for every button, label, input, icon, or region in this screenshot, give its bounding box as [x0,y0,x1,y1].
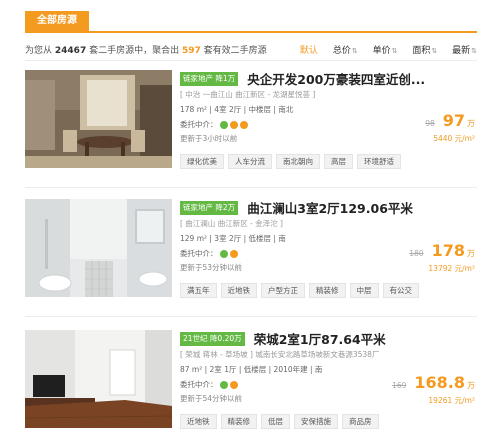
badge-drop: 降0.20万 [209,333,242,343]
listing-location: [ 曲江澜山 曲江新区 - 金泽沱 ] [180,219,283,228]
listing-location: [ 中治 一曲江山 曲江新区 - 龙湖星悦荟 ] [180,90,316,99]
sort-default[interactable]: 默认 [300,43,318,56]
feature-tag: 满五年 [180,283,217,298]
original-price: 180 [409,249,424,258]
summary-suffix: 套有效二手房源 [203,46,267,56]
unit-price: 19261 元/m² [428,396,475,405]
feature-tag: 户型方正 [261,283,305,298]
tag-list: 满五年 近地铁 户型方正 精装修 中层 有公交 [180,278,480,298]
sort-total-price-label: 总价 [332,46,351,56]
sort-arrow-icon: ⇅ [431,47,438,55]
sort-area[interactable]: 面积⇅ [412,43,437,56]
sort-bar: 默认 总价⇅ 单价⇅ 面积⇅ 最新⇅ [288,43,477,56]
badge-org: 链家地产 [183,202,213,212]
listing-photo[interactable] [25,199,172,297]
summary-total: 24467 [54,46,87,56]
summary-count: 597 [181,46,201,56]
agent-label: 委托中介： [180,380,218,389]
sort-default-label: 默认 [299,46,318,56]
feature-tag: 环境舒适 [357,154,401,169]
result-summary: 为您从 24467 套二手房源中，聚合出 597 套有效二手房源 [25,43,267,56]
listing-location: [ 荣城 蒋林 - 草场坡 ] 城南长安北路草场坡新文巷源3538厂 [180,350,380,359]
listing-title[interactable]: 荣城2室1厅87.64平米 [254,329,386,348]
sort-arrow-icon: ⇅ [351,47,358,55]
agent-label: 委托中介： [180,249,218,258]
feature-tag: 人车分流 [228,154,272,169]
total-price: 168.8 [414,373,465,392]
sort-area-label: 面积 [412,46,431,56]
original-price: 169 [392,381,407,390]
feature-tag: 低层 [261,414,290,429]
price-box: 98 97 万 5440 元/m² [375,111,475,144]
agent-logo-icon[interactable] [229,250,238,258]
listing-photo[interactable] [25,70,172,168]
sort-newest-label: 最新 [452,46,471,56]
feature-tag: 高层 [324,154,353,169]
sort-unit-price-label: 单价 [372,46,391,56]
listing-page: 全部房源 为您从 24467 套二手房源中，聚合出 597 套有效二手房源 默认… [0,0,499,443]
listing-item[interactable]: 链家地产 降2万 曲江澜山3室2厅129.06平米 [ 曲江澜山 曲江新区 - … [25,197,477,307]
badge-drop: 降1万 [215,73,236,83]
sort-arrow-icon: ⇅ [391,47,398,55]
price-unit: 万 [467,249,475,258]
summary-middle: 套二手房源中，聚合出 [89,46,180,56]
agent-logo-icon[interactable] [229,121,238,129]
price-box: 169 168.8 万 19261 元/m² [375,373,475,406]
agent-logo-icon[interactable] [219,250,228,258]
unit-price: 5440 元/m² [433,134,475,143]
agent-logo-icon[interactable] [229,381,238,389]
sort-unit-price[interactable]: 单价⇅ [373,43,398,56]
sort-newest[interactable]: 最新⇅ [452,43,477,56]
agent-logo-icon[interactable] [219,381,228,389]
price-unit: 万 [467,119,475,128]
tab-all-listings[interactable]: 全部房源 [25,11,89,31]
tag-list: 近地铁 精装修 低层 安保措施 商品房 [180,409,480,429]
feature-tag: 安保措施 [294,414,338,429]
price-box: 180 178 万 13792 元/m² [375,241,475,274]
feature-tag: 中层 [349,283,379,298]
feature-tag: 有公交 [382,283,419,298]
agent-logo-icon[interactable] [219,121,228,129]
feature-tag: 近地铁 [180,414,217,429]
total-price: 97 [442,111,465,130]
sort-arrow-icon: ⇅ [471,47,477,55]
feature-tag: 精装修 [309,283,346,298]
badge-drop: 降2万 [215,202,236,212]
divider [25,60,477,61]
total-price: 178 [431,241,465,260]
unit-price: 13792 元/m² [428,264,475,273]
summary-prefix: 为您从 [25,46,53,56]
feature-tag: 绿化优美 [180,154,224,169]
price-drop-badge: 21世纪 降0.20万 [180,331,245,346]
original-price: 98 [425,119,435,128]
agent-logo-icon[interactable] [239,121,248,129]
tab-bar: 全部房源 [25,11,477,33]
divider [25,316,477,317]
badge-org: 链家地产 [183,73,213,83]
listing-item[interactable]: 21世纪 降0.20万 荣城2室1厅87.64平米 [ 荣城 蒋林 - 草场坡 … [25,328,477,438]
listing-photo[interactable] [25,330,172,428]
feature-tag: 近地铁 [220,283,257,298]
feature-tag: 精装修 [220,414,257,429]
price-drop-badge: 链家地产 降2万 [180,200,239,215]
feature-tag: 南北朝向 [276,154,320,169]
divider [25,187,477,188]
tag-list: 绿化优美 人车分流 南北朝向 高层 环境舒适 [180,149,480,169]
price-drop-badge: 链家地产 降1万 [180,71,239,86]
price-unit: 万 [467,381,475,390]
feature-tag: 商品房 [342,414,379,429]
badge-org: 21世纪 [183,333,208,343]
listing-item[interactable]: 链家地产 降1万 央企开发200万豪装四室近创... [ 中治 一曲江山 曲江新… [25,68,477,178]
listing-title[interactable]: 曲江澜山3室2厅129.06平米 [247,198,413,217]
sort-total-price[interactable]: 总价⇅ [333,43,358,56]
agent-label: 委托中介： [180,120,218,129]
listing-title[interactable]: 央企开发200万豪装四室近创... [247,69,425,88]
